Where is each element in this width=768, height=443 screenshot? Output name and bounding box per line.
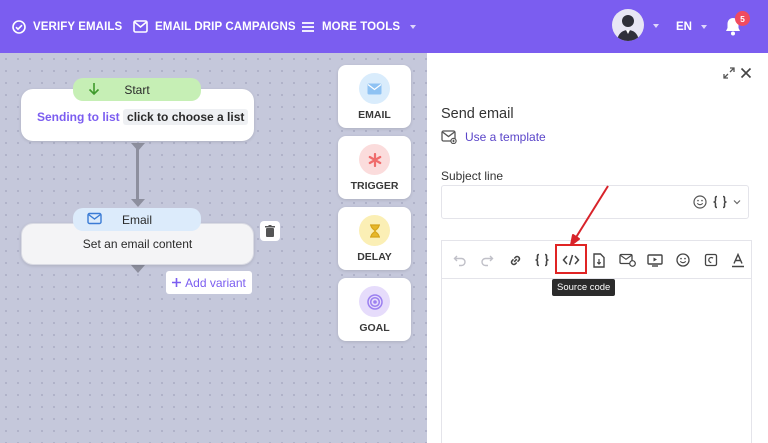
file-button[interactable] <box>589 250 609 270</box>
palette-goal-label: GOAL <box>359 322 390 334</box>
chevron-down-icon[interactable] <box>653 24 659 28</box>
email-editor[interactable]: Source code <box>441 240 752 443</box>
palette-trigger-circle <box>359 144 390 175</box>
language-select[interactable]: EN <box>676 0 707 53</box>
video-button[interactable] <box>645 250 665 270</box>
email-label: Email <box>121 212 152 227</box>
redo-icon <box>481 255 494 267</box>
start-node-body: Sending to list click to choose a list <box>37 109 249 125</box>
workflow-canvas[interactable]: Sending to list click to choose a list S… <box>0 53 427 443</box>
palette-trigger[interactable]: TRIGGER <box>338 136 411 199</box>
expand-icon[interactable] <box>723 67 735 79</box>
close-icon[interactable] <box>740 67 752 79</box>
palette-delay[interactable]: DELAY <box>338 207 411 270</box>
chevron-down-icon[interactable] <box>733 199 741 205</box>
send-email-panel: Send email Use a template Subject line S… <box>427 53 768 443</box>
hourglass-icon <box>369 223 380 238</box>
subject-line-label: Subject line <box>441 169 504 183</box>
arrow-down-icon <box>131 143 145 151</box>
source-code-tooltip: Source code <box>552 279 616 296</box>
start-label: Start <box>124 82 150 97</box>
nav-more-tools-label: MORE TOOLS <box>322 20 401 33</box>
verify-icon <box>12 19 26 34</box>
palette-delay-label: DELAY <box>357 251 392 263</box>
link-icon <box>510 255 520 265</box>
delete-node-button[interactable] <box>260 221 280 241</box>
avatar[interactable] <box>612 9 644 41</box>
add-variant-button[interactable]: Add variant <box>166 271 252 294</box>
palette-email-label: EMAIL <box>358 109 391 121</box>
nav-email-drip[interactable]: EMAIL DRIP CAMPAIGNS <box>133 0 296 53</box>
mail-icon <box>133 20 148 33</box>
connector-line <box>136 143 139 199</box>
link-button[interactable] <box>505 250 525 270</box>
file-icon <box>593 252 605 268</box>
trash-icon <box>265 225 275 237</box>
editor-toolbar <box>442 241 751 279</box>
top-navbar: VERIFY EMAILS EMAIL DRIP CAMPAIGNS MORE … <box>0 0 768 53</box>
email-tag: Email <box>73 208 201 231</box>
smile-icon[interactable] <box>693 195 707 209</box>
use-template-link[interactable]: Use a template <box>441 130 546 144</box>
palette-goal[interactable]: GOAL <box>338 278 411 341</box>
subject-line-input[interactable] <box>441 185 749 219</box>
notification-badge: 5 <box>735 11 750 26</box>
template-icon <box>441 130 457 144</box>
palette-goal-circle <box>359 286 390 317</box>
panel-title: Send email <box>441 106 514 122</box>
copy-icon <box>704 253 718 267</box>
undo-button[interactable] <box>450 250 470 270</box>
palette-email[interactable]: EMAIL <box>338 65 411 128</box>
braces-icon[interactable] <box>712 195 728 209</box>
choose-list-link[interactable]: click to choose a list <box>123 109 249 125</box>
nav-verify-emails[interactable]: VERIFY EMAILS <box>12 0 122 53</box>
mail-icon <box>367 83 382 94</box>
arrow-down-icon <box>131 265 145 273</box>
redo-button[interactable] <box>477 250 497 270</box>
add-variant-label: Add variant <box>185 275 246 290</box>
sending-to-list-label: Sending to list <box>37 110 120 124</box>
mail-settings-icon <box>618 253 636 267</box>
nav-more-tools[interactable]: MORE TOOLS <box>301 0 417 53</box>
target-icon <box>366 293 383 310</box>
language-label: EN <box>676 20 692 33</box>
variables-button[interactable] <box>532 250 552 270</box>
asterisk-icon <box>368 152 381 167</box>
palette-trigger-label: TRIGGER <box>350 180 399 192</box>
email-content-label: Set an email content <box>82 237 193 251</box>
plus-icon <box>172 278 182 287</box>
email-settings-button[interactable] <box>617 250 637 270</box>
nav-verify-label: VERIFY EMAILS <box>33 20 123 33</box>
text-color-button[interactable] <box>728 250 748 270</box>
video-icon <box>647 254 663 267</box>
subject-tools <box>693 195 741 209</box>
chevron-down-icon <box>700 24 707 29</box>
undo-icon <box>453 255 466 267</box>
source-code-highlight <box>555 244 587 274</box>
palette-email-circle <box>359 73 390 104</box>
emoji-button[interactable] <box>673 250 693 270</box>
menu-icon <box>302 21 314 32</box>
nav-email-drip-label: EMAIL DRIP CAMPAIGNS <box>155 20 296 33</box>
text-color-icon <box>732 252 744 267</box>
emoji-icon <box>676 253 690 267</box>
start-tag: Start <box>73 78 201 101</box>
braces-icon <box>535 253 549 267</box>
copy-button[interactable] <box>701 250 721 270</box>
chevron-down-icon <box>410 24 417 29</box>
arrow-down-icon <box>131 199 145 207</box>
palette-delay-circle <box>359 215 390 246</box>
use-template-label: Use a template <box>465 130 546 144</box>
